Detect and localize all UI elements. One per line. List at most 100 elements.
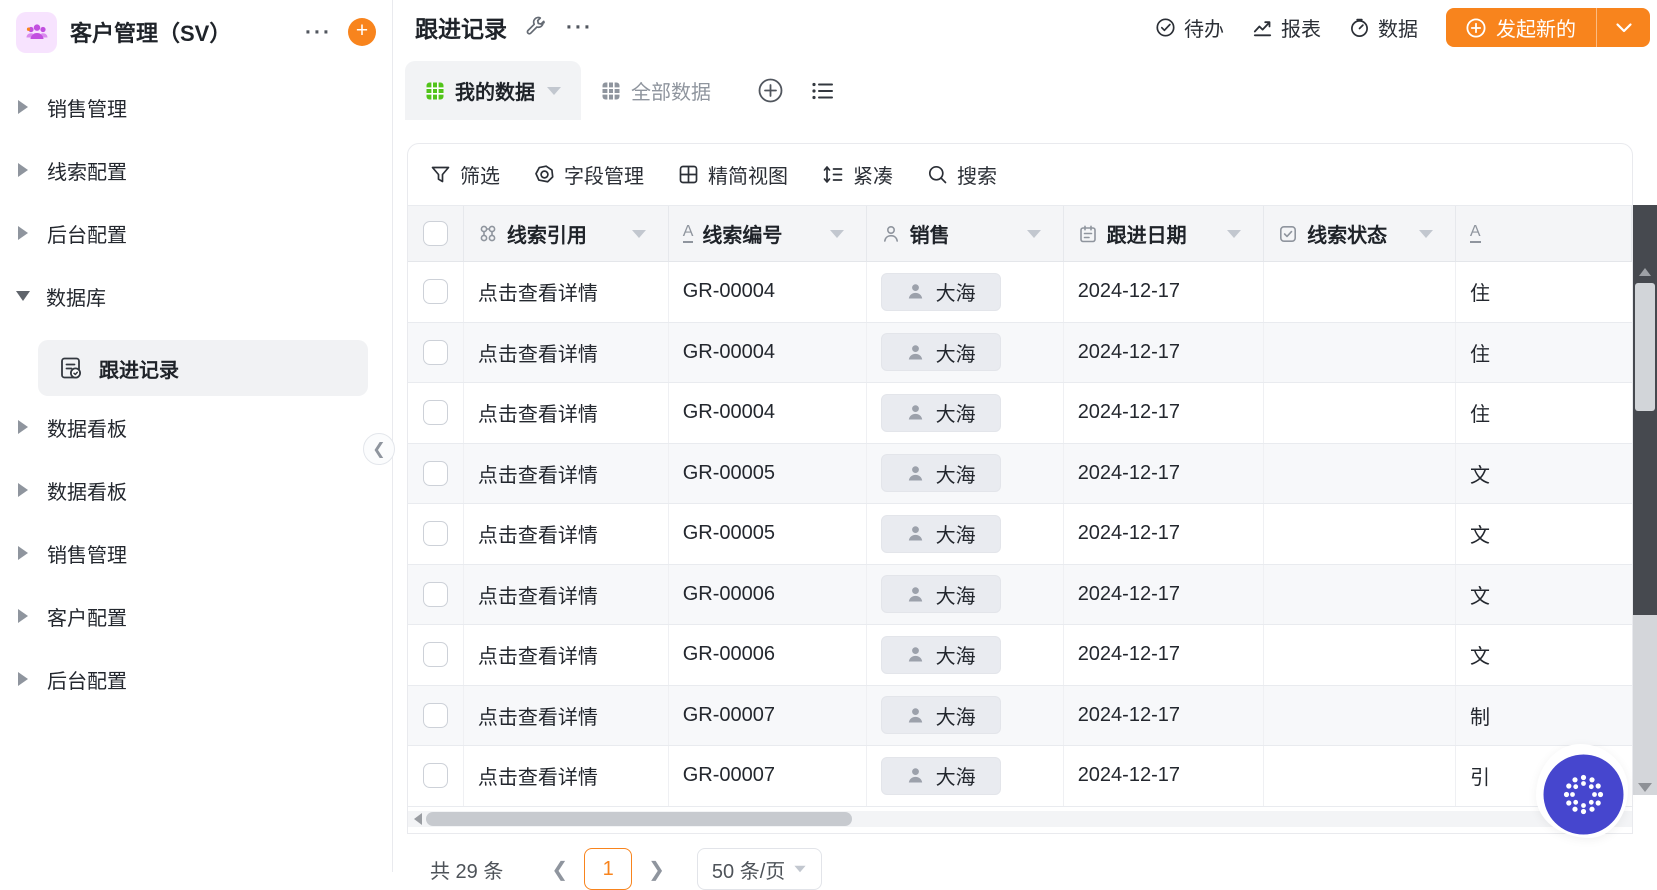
column-header-1[interactable]: A 线索编号 bbox=[669, 206, 867, 261]
caret-right-icon[interactable] bbox=[18, 483, 28, 497]
column-header-5[interactable]: A bbox=[1456, 206, 1632, 261]
caret-right-icon[interactable] bbox=[18, 420, 28, 434]
table-row[interactable]: 点击查看详情 GR-00004 大海 2024-12-17 住 bbox=[408, 383, 1632, 444]
sidebar-item-1[interactable]: 线索配置 bbox=[18, 151, 380, 189]
chevron-down-icon[interactable] bbox=[829, 229, 844, 238]
row-checkbox[interactable] bbox=[422, 400, 448, 426]
next-page-icon[interactable]: ❯ bbox=[648, 857, 665, 882]
caret-right-icon[interactable] bbox=[18, 546, 28, 560]
view-list-button[interactable] bbox=[810, 78, 836, 104]
cell-ref[interactable]: 点击查看详情 bbox=[464, 564, 669, 624]
row-checkbox[interactable] bbox=[422, 521, 448, 547]
chevron-down-icon bbox=[547, 86, 561, 95]
chevron-down-icon[interactable] bbox=[1026, 229, 1041, 238]
table-row[interactable]: 点击查看详情 GR-00004 大海 2024-12-17 住 bbox=[408, 262, 1632, 323]
table-header: 线索引用 A 线索编号 销售 跟进日期 线索状态 A bbox=[408, 205, 1632, 262]
cell-ref[interactable]: 点击查看详情 bbox=[464, 625, 669, 685]
cell-code: GR-00007 bbox=[669, 685, 867, 745]
select-all-checkbox[interactable] bbox=[422, 221, 448, 246]
page-more-icon[interactable]: ··· bbox=[566, 17, 593, 38]
row-checkbox[interactable] bbox=[422, 763, 448, 789]
scroll-left-icon[interactable] bbox=[414, 813, 422, 825]
column-header-4[interactable]: 线索状态 bbox=[1264, 206, 1456, 261]
nav-item-report[interactable]: 报表 bbox=[1252, 13, 1321, 42]
table-row[interactable]: 点击查看详情 GR-00005 大海 2024-12-17 文 bbox=[408, 504, 1632, 565]
toolbar-search[interactable]: 搜索 bbox=[927, 160, 997, 189]
cell-ref[interactable]: 点击查看详情 bbox=[464, 504, 669, 564]
table-row[interactable]: 点击查看详情 GR-00007 大海 2024-12-17 制 bbox=[408, 685, 1632, 746]
scroll-down-icon[interactable] bbox=[1638, 783, 1652, 792]
cell-ref[interactable]: 点击查看详情 bbox=[464, 443, 669, 503]
caret-down-icon[interactable] bbox=[16, 291, 30, 301]
table-row[interactable]: 点击查看详情 GR-00006 大海 2024-12-17 文 bbox=[408, 564, 1632, 625]
column-label: 销售 bbox=[909, 225, 950, 247]
sidebar-item-8[interactable]: 后台配置 bbox=[18, 660, 380, 698]
vertical-scrollbar[interactable] bbox=[1633, 205, 1657, 795]
toolbar-filter[interactable]: 筛选 bbox=[430, 160, 500, 189]
caret-right-icon[interactable] bbox=[18, 609, 28, 623]
cell-ref[interactable]: 点击查看详情 bbox=[464, 322, 669, 382]
chevron-down-icon[interactable] bbox=[1418, 229, 1433, 238]
sidebar-item-2[interactable]: 后台配置 bbox=[18, 214, 380, 252]
sidebar-item-selected-child[interactable]: 跟进记录 bbox=[38, 340, 368, 396]
nav-item-todo[interactable]: 待办 bbox=[1155, 13, 1224, 42]
chevron-down-icon[interactable] bbox=[1227, 229, 1242, 238]
row-checkbox[interactable] bbox=[422, 702, 448, 728]
sidebar-more-icon[interactable]: ··· bbox=[305, 22, 332, 43]
user-tag: 大海 bbox=[880, 696, 1001, 735]
cell-ref[interactable]: 点击查看详情 bbox=[464, 262, 669, 322]
row-checkbox[interactable] bbox=[422, 339, 448, 365]
caret-right-icon[interactable] bbox=[18, 163, 28, 177]
caret-right-icon[interactable] bbox=[18, 672, 28, 686]
row-checkbox[interactable] bbox=[422, 460, 448, 486]
sidebar-collapse-button[interactable]: ❮ bbox=[363, 433, 395, 465]
current-page-button[interactable]: 1 bbox=[584, 848, 633, 890]
cell-ref[interactable]: 点击查看详情 bbox=[464, 746, 669, 806]
wrench-icon[interactable] bbox=[524, 16, 546, 38]
column-header-2[interactable]: 销售 bbox=[867, 206, 1064, 261]
scroll-up-icon[interactable] bbox=[1639, 268, 1651, 276]
sidebar-child-label: 跟进记录 bbox=[99, 359, 179, 382]
caret-right-icon[interactable] bbox=[18, 100, 28, 114]
row-select-cell bbox=[408, 443, 464, 503]
column-header-3[interactable]: 跟进日期 bbox=[1064, 206, 1265, 261]
caret-right-icon[interactable] bbox=[18, 226, 28, 240]
horizontal-scrollbar[interactable] bbox=[408, 811, 1632, 827]
sidebar-add-button[interactable]: + bbox=[348, 18, 376, 46]
vertical-scrollbar-thumb[interactable] bbox=[1635, 283, 1655, 411]
tab-label: 全部数据 bbox=[631, 82, 711, 104]
create-new-main[interactable]: 发起新的 bbox=[1446, 13, 1596, 42]
add-view-button[interactable] bbox=[757, 77, 784, 104]
toolbar-grid[interactable]: 精简视图 bbox=[678, 160, 788, 189]
table-row[interactable]: 点击查看详情 GR-00007 大海 2024-12-17 引 bbox=[408, 746, 1632, 807]
prev-page-icon[interactable]: ❮ bbox=[551, 857, 568, 882]
assistant-button[interactable] bbox=[1543, 754, 1624, 835]
row-checkbox[interactable] bbox=[422, 642, 448, 668]
sidebar-item-4[interactable]: 数据看板 bbox=[18, 408, 380, 446]
chevron-down-icon[interactable] bbox=[631, 229, 646, 238]
create-new-button[interactable]: 发起新的 bbox=[1446, 8, 1650, 47]
tab-1[interactable]: 全部数据 bbox=[581, 61, 731, 120]
user-name: 大海 bbox=[935, 646, 976, 669]
row-checkbox[interactable] bbox=[422, 581, 448, 607]
horizontal-scrollbar-thumb[interactable] bbox=[426, 812, 852, 826]
column-header-0[interactable]: 线索引用 bbox=[464, 206, 669, 261]
sidebar-item-5[interactable]: 数据看板 bbox=[18, 471, 380, 509]
table-row[interactable]: 点击查看详情 GR-00006 大海 2024-12-17 文 bbox=[408, 625, 1632, 686]
toolbar-field[interactable]: 字段管理 bbox=[534, 160, 644, 189]
tab-0[interactable]: 我的数据 bbox=[405, 61, 581, 120]
create-new-dropdown[interactable] bbox=[1597, 8, 1650, 47]
sidebar-item-7[interactable]: 客户配置 bbox=[18, 597, 380, 635]
cell-ref[interactable]: 点击查看详情 bbox=[464, 383, 669, 443]
cell-ref[interactable]: 点击查看详情 bbox=[464, 685, 669, 745]
table-row[interactable]: 点击查看详情 GR-00005 大海 2024-12-17 文 bbox=[408, 443, 1632, 504]
sidebar-item-6[interactable]: 销售管理 bbox=[18, 534, 380, 572]
row-checkbox[interactable] bbox=[422, 279, 448, 305]
sidebar-item-3[interactable]: 数据库 bbox=[16, 277, 380, 315]
record-icon bbox=[58, 355, 85, 382]
toolbar-compact[interactable]: 紧凑 bbox=[822, 160, 893, 189]
nav-item-data[interactable]: 数据 bbox=[1349, 13, 1418, 42]
page-size-select[interactable]: 50 条/页 bbox=[696, 848, 823, 890]
sidebar-item-0[interactable]: 销售管理 bbox=[18, 88, 380, 126]
table-row[interactable]: 点击查看详情 GR-00004 大海 2024-12-17 住 bbox=[408, 322, 1632, 383]
